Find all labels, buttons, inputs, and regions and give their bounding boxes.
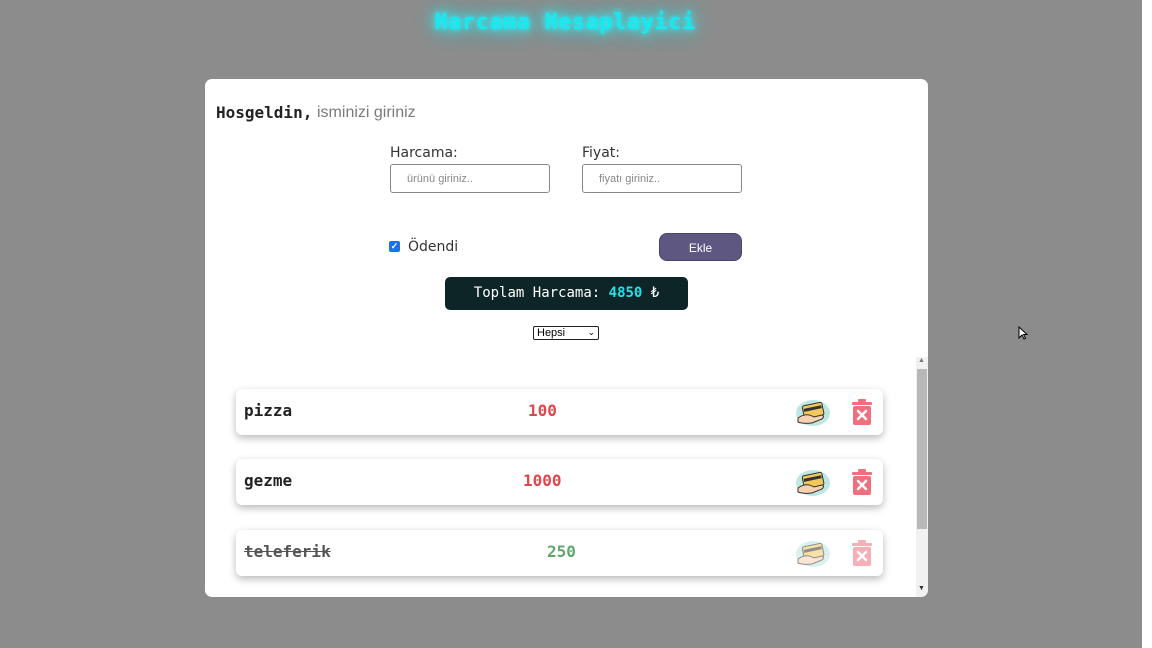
- item-name: gezme: [244, 471, 293, 490]
- price-input[interactable]: [582, 164, 742, 193]
- scroll-thumb[interactable]: [917, 369, 927, 529]
- currency-symbol: ₺: [650, 285, 660, 301]
- filter-selected: Hepsi: [537, 327, 566, 339]
- welcome-text: Hosgeldin,: [216, 103, 313, 122]
- expense-input[interactable]: [390, 164, 550, 193]
- total-label: Toplam Harcama:: [473, 285, 601, 301]
- list-item: teleferik 250: [236, 530, 883, 576]
- name-input[interactable]: [315, 99, 499, 127]
- price-label: Fiyat:: [582, 145, 620, 161]
- list-item: gezme 1000: [236, 459, 883, 505]
- item-name: pizza: [244, 401, 293, 420]
- credit-card-hand-icon[interactable]: [794, 396, 832, 428]
- list-scrollbar[interactable]: ▲ ▼: [916, 357, 928, 597]
- scroll-up-icon[interactable]: ▲: [918, 357, 925, 364]
- item-name: teleferik: [244, 542, 331, 561]
- add-button[interactable]: Ekle: [659, 233, 742, 261]
- paid-checkbox[interactable]: ✓: [389, 241, 400, 252]
- item-price: 250: [547, 542, 576, 561]
- trash-icon[interactable]: [850, 468, 874, 496]
- total-value: 4850: [608, 285, 643, 301]
- chevron-down-icon: ⌄: [587, 327, 595, 337]
- list-item: pizza 100: [236, 389, 883, 435]
- main-card: Hosgeldin, Harcama: Fiyat: ✓ Ödendi Ekle…: [205, 79, 928, 597]
- item-price: 1000: [523, 471, 562, 490]
- expense-label: Harcama:: [390, 145, 458, 161]
- expense-list: pizza 100 gezme 1000 teleferik 250: [205, 357, 928, 597]
- paid-label: Ödendi: [408, 239, 459, 255]
- trash-icon[interactable]: [850, 539, 874, 567]
- item-price: 100: [528, 401, 557, 420]
- scroll-down-icon[interactable]: ▼: [918, 585, 925, 592]
- credit-card-hand-icon[interactable]: [794, 537, 832, 569]
- credit-card-hand-icon[interactable]: [794, 466, 832, 498]
- mouse-cursor-icon: [1018, 326, 1028, 340]
- filter-select[interactable]: Hepsi ⌄: [533, 326, 599, 340]
- app-title: Harcama Hesaplayici: [434, 10, 696, 35]
- trash-icon[interactable]: [850, 398, 874, 426]
- total-box: Toplam Harcama: 4850 ₺: [445, 277, 688, 310]
